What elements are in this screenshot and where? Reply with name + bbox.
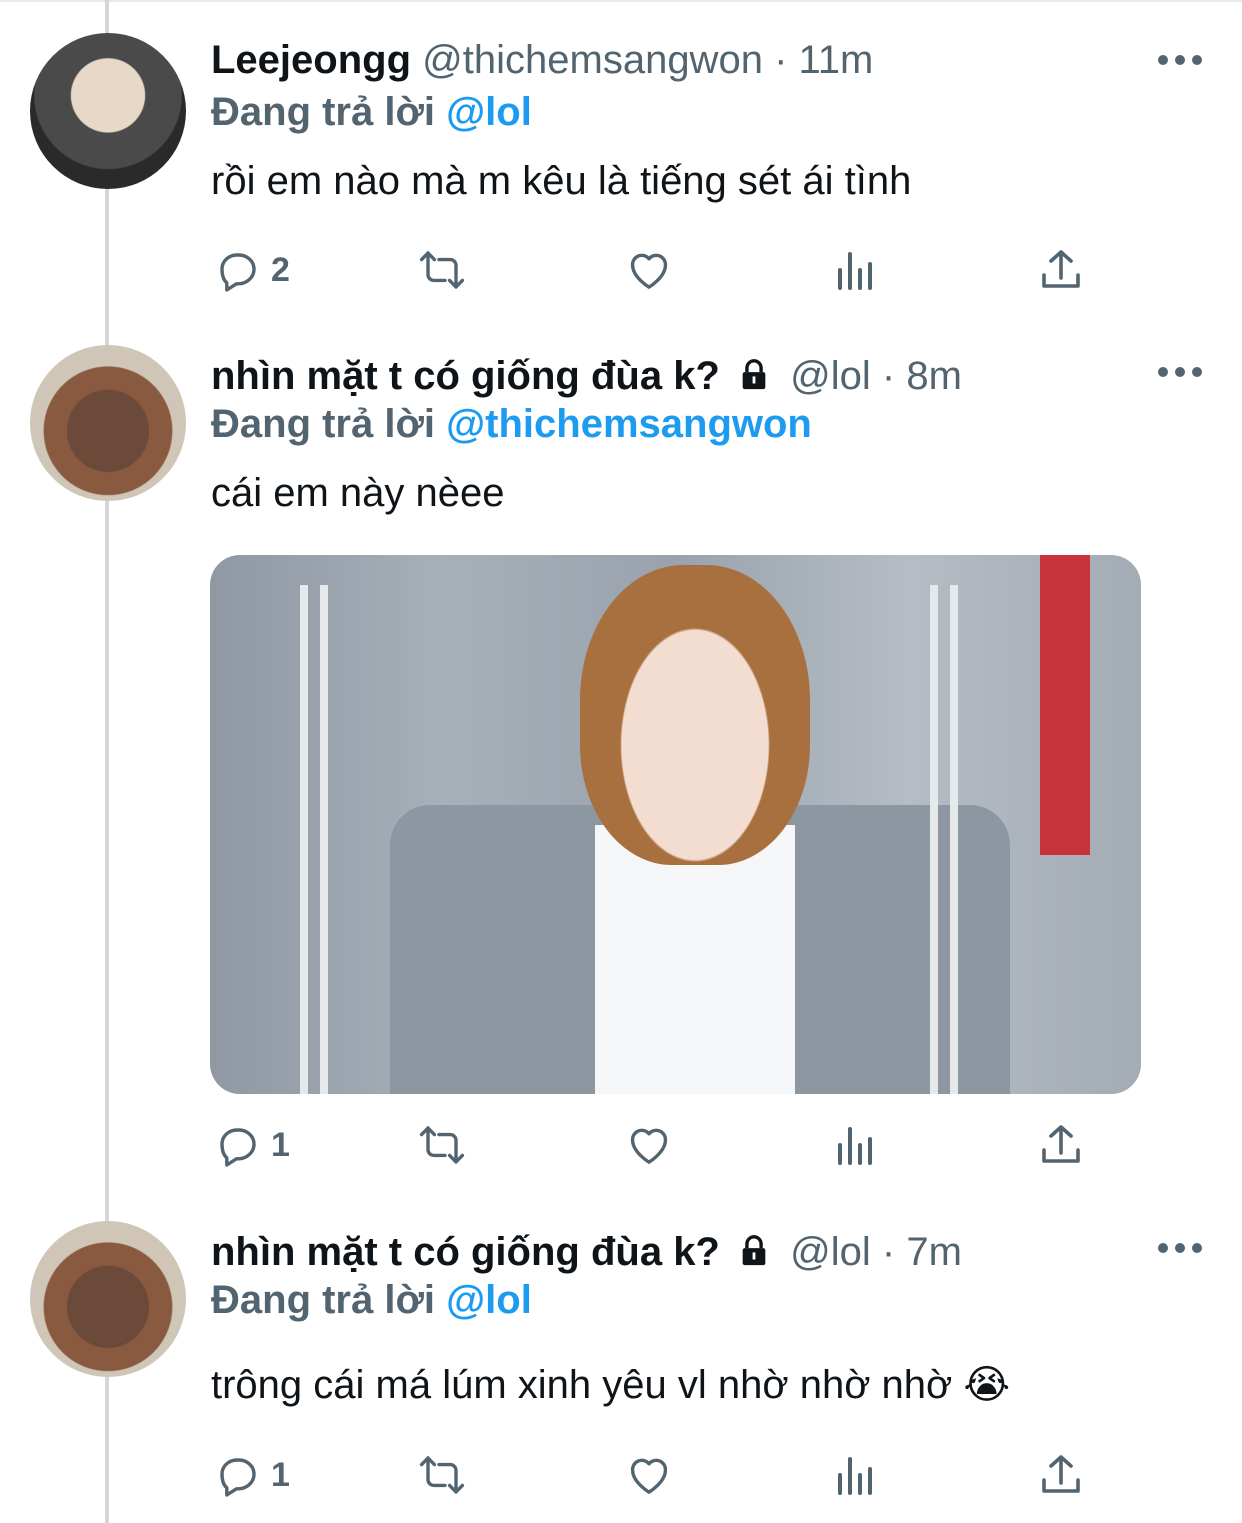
timestamp[interactable]: 7m	[906, 1230, 962, 1274]
tweet-header: nhìn mặt t có giống đùa k? @lol · 7m	[211, 1228, 962, 1276]
separator-dot: ·	[881, 1230, 896, 1274]
reply-button[interactable]: 1	[213, 1445, 290, 1505]
lock-icon	[742, 1235, 766, 1266]
analytics-icon	[838, 1457, 872, 1495]
like-button[interactable]	[625, 1445, 673, 1505]
retweet-button[interactable]	[418, 1445, 466, 1505]
mention-link[interactable]: @lol	[446, 1278, 532, 1322]
retweet-icon	[419, 1456, 465, 1494]
more-icon[interactable]	[1158, 1243, 1202, 1255]
tweet-text: trông cái má lúm xinh yêu vl nhờ nhờ nhờ…	[211, 1363, 1011, 1407]
replying-to-line: Đang trả lời @lol	[211, 1276, 532, 1324]
share-button[interactable]	[1037, 1445, 1085, 1505]
reply-count: 1	[271, 1455, 290, 1494]
action-bar: 1	[0, 1445, 1242, 1505]
tweet-3[interactable]: nhìn mặt t có giống đùa k? @lol · 7m Đan…	[0, 0, 1242, 1523]
user-handle[interactable]: @lol	[790, 1230, 871, 1274]
reply-icon	[220, 1458, 256, 1497]
replying-prefix: Đang trả lời	[211, 1278, 436, 1322]
display-name[interactable]: nhìn mặt t có giống đùa k?	[211, 1230, 720, 1274]
heart-icon	[630, 1458, 668, 1494]
avatar[interactable]	[30, 1221, 186, 1377]
share-icon	[1042, 1455, 1080, 1493]
views-button[interactable]	[832, 1445, 880, 1505]
